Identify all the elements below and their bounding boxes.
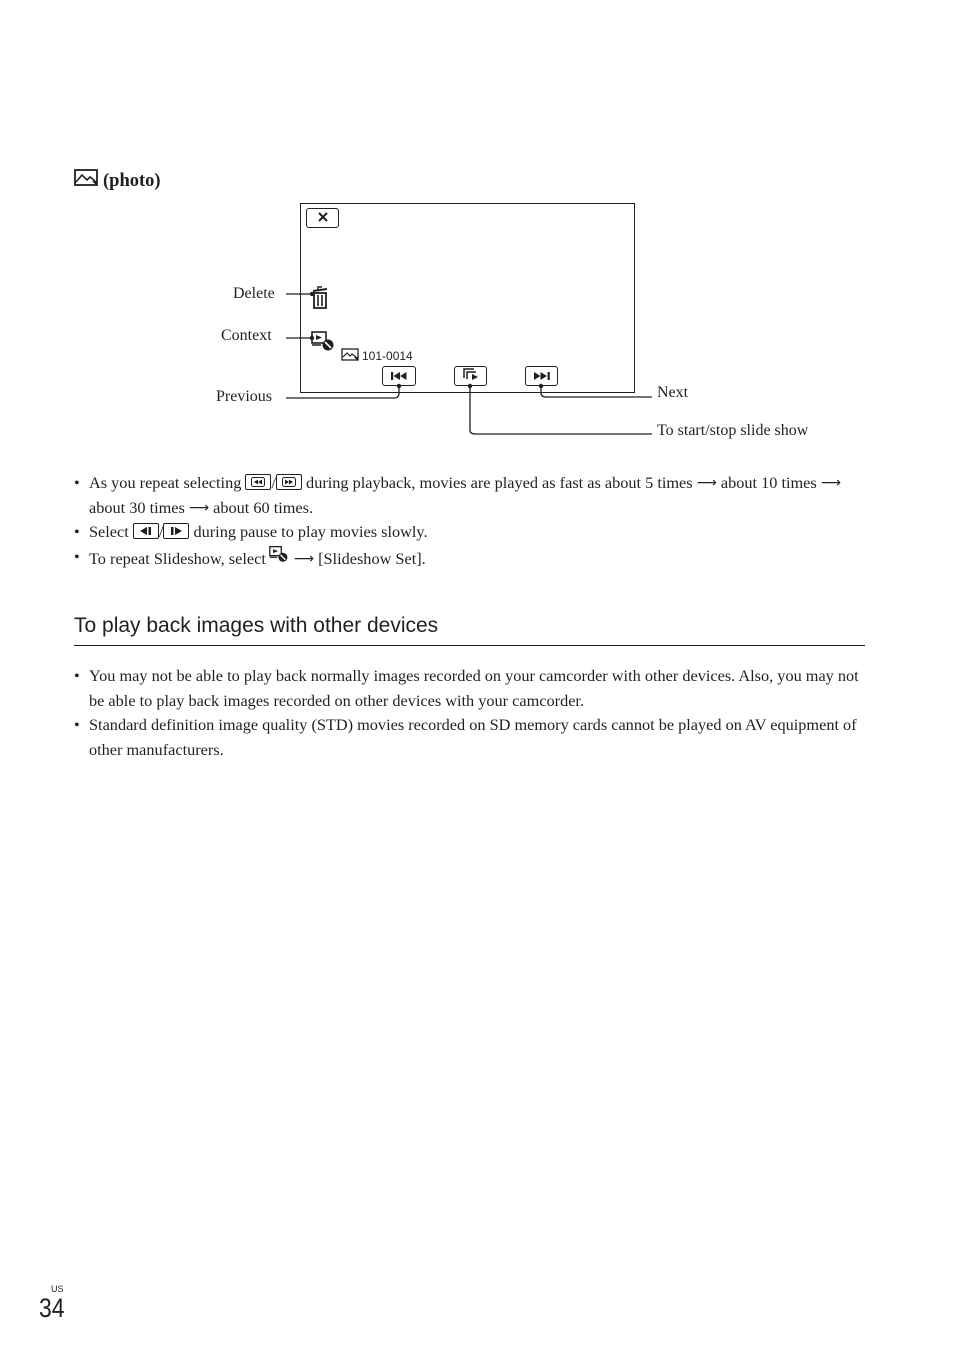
- slow-forward-icon: [163, 523, 190, 539]
- rewind-icon: [245, 474, 272, 490]
- callout-line-previous: [286, 386, 400, 399]
- slow-reverse-icon: [132, 523, 159, 539]
- arrow-right-icon: ⟶: [696, 475, 717, 491]
- callout-line-next: [540, 386, 652, 398]
- note-item: To repeat Slideshow, select ⟶ [Slideshow…: [74, 545, 874, 572]
- note-item: Select / during pause to play movies slo…: [74, 520, 874, 545]
- callout-previous: Previous: [216, 388, 272, 405]
- playback-notes: As you repeat selecting / during playbac…: [74, 471, 874, 571]
- note-item: You may not be able to play back normall…: [74, 664, 874, 713]
- callout-next: Next: [657, 384, 689, 401]
- callout-line-slideshow: [469, 386, 652, 435]
- callout-lines: [286, 291, 652, 435]
- context-icon: [266, 545, 290, 571]
- arrow-right-icon: ⟶: [188, 499, 210, 516]
- page-number: 34: [39, 1293, 65, 1323]
- note-item: Standard definition image quality (STD) …: [74, 713, 874, 762]
- other-devices-notes: You may not be able to play back normall…: [74, 664, 874, 762]
- callout-slideshow: To start/stop slide show: [657, 422, 809, 439]
- callout-delete: Delete: [233, 285, 275, 302]
- callout-context: Context: [221, 327, 272, 344]
- arrow-right-icon: ⟶: [293, 550, 314, 567]
- section-title: To play back images with other devices: [74, 614, 439, 637]
- fast-forward-icon: [275, 474, 302, 490]
- note-item: As you repeat selecting / during playbac…: [74, 471, 874, 520]
- arrow-right-icon: ⟶: [820, 475, 841, 491]
- section-divider: [74, 645, 865, 646]
